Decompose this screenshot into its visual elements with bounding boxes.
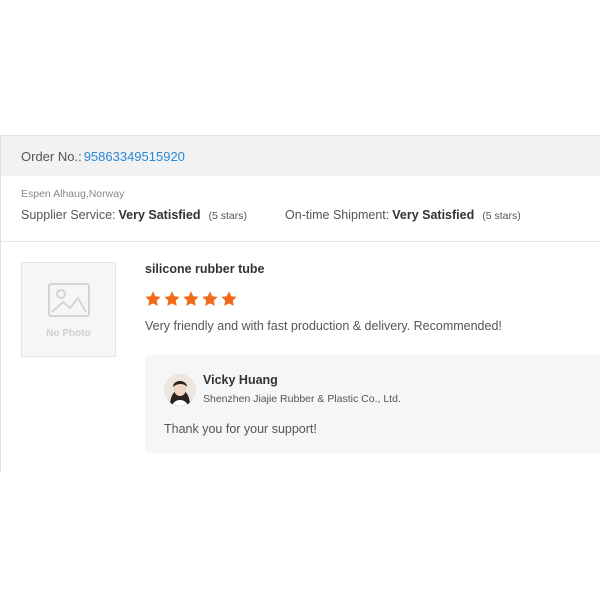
ratings-row: Supplier Service: Very Satisfied (5 star… <box>21 208 580 222</box>
rating-stars-text: (5 stars) <box>208 210 248 222</box>
star-icon <box>221 291 237 306</box>
star-icon <box>183 291 199 306</box>
rating-label: Supplier Service: <box>21 208 116 222</box>
star-icon <box>145 291 161 306</box>
rating-stars-text: (5 stars) <box>482 210 521 222</box>
order-bar: Order No.: 95863349515920 <box>1 136 600 176</box>
buyer-section: Espen Alhaug,Norway Supplier Service: Ve… <box>1 176 600 242</box>
review-stars <box>144 290 239 308</box>
review-comment: Very friendly and with fast production &… <box>145 319 502 333</box>
supplier-service-rating: Supplier Service: Very Satisfied (5 star… <box>21 208 247 222</box>
rating-value: Very Satisfied <box>392 208 475 222</box>
rating-value: Very Satisfied <box>118 208 201 222</box>
on-time-shipment-rating: On-time Shipment: Very Satisfied (5 star… <box>285 208 521 222</box>
buyer-name: Espen Alhaug,Norway <box>21 188 125 200</box>
reply-text: Thank you for your support! <box>164 422 317 436</box>
product-thumbnail[interactable]: No Photo <box>21 262 116 357</box>
replier-company: Shenzhen Jiajie Rubber & Plastic Co., Lt… <box>203 393 401 405</box>
order-number-link[interactable]: 95863349515920 <box>84 149 185 164</box>
no-photo-text: No Photo <box>46 328 91 339</box>
avatar <box>164 374 196 406</box>
supplier-reply: Vicky Huang Shenzhen Jiajie Rubber & Pla… <box>145 355 600 453</box>
review-card: Order No.: 95863349515920 Espen Alhaug,N… <box>0 135 600 472</box>
product-name[interactable]: silicone rubber tube <box>145 262 264 276</box>
avatar-image <box>164 374 196 406</box>
replier-name: Vicky Huang <box>203 373 278 387</box>
image-placeholder-icon <box>48 283 90 317</box>
star-icon <box>164 291 180 306</box>
rating-label: On-time Shipment: <box>285 208 390 222</box>
review-body: No Photo silicone rubber tube Very frien… <box>1 242 600 472</box>
order-label: Order No.: <box>21 148 82 164</box>
star-icon <box>202 291 218 306</box>
